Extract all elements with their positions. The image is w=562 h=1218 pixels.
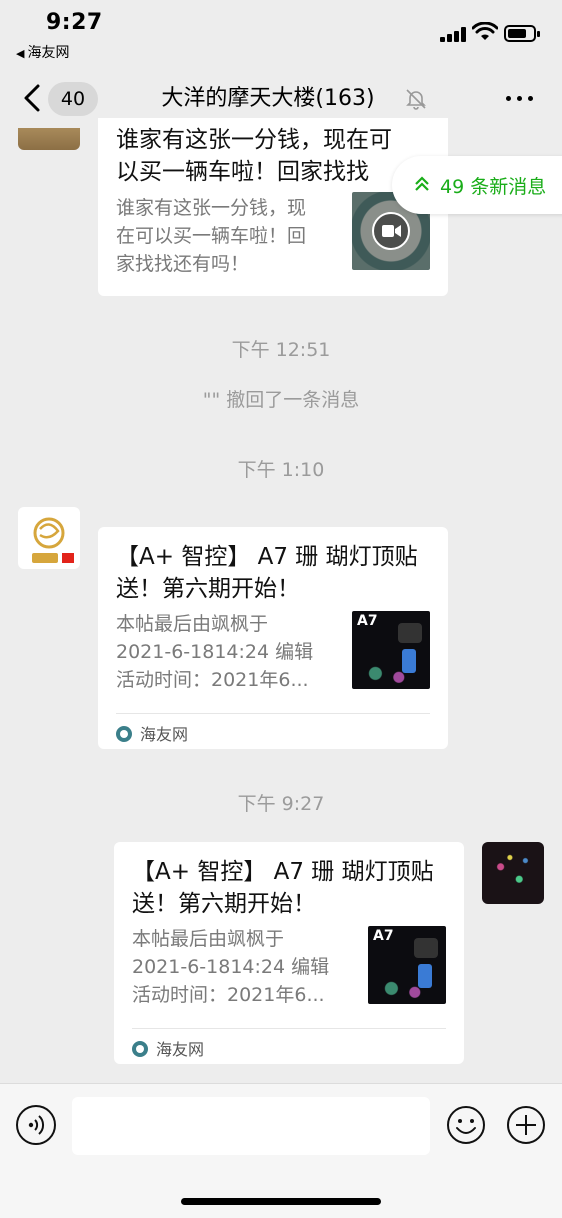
card-divider — [132, 1028, 446, 1029]
card-source: 海友网 — [132, 1036, 204, 1060]
cellular-signal-icon — [440, 26, 468, 42]
voice-icon — [28, 1115, 45, 1135]
home-indicator — [181, 1198, 381, 1205]
timestamp: 下午 1:10 — [237, 459, 325, 481]
card-desc-line: 本帖最后由飒枫于 — [116, 613, 269, 635]
thumbnail-label: A7 — [357, 613, 378, 629]
new-messages-label: 49 条新消息 — [440, 176, 547, 198]
source-logo-icon — [132, 1041, 148, 1057]
card-desc-line: 活动时间：2021年6... — [116, 669, 309, 691]
product-thumbnail: A7 — [368, 926, 446, 1004]
card-desc-line: 2021-6-1814:24 编辑 — [132, 956, 330, 978]
voice-input-button[interactable] — [16, 1105, 56, 1145]
link-card-message[interactable]: 【A+ 智控】 A7 珊 瑚灯顶贴 送！第六期开始！ 本帖最后由飒枫于 2021… — [114, 842, 464, 1064]
recall-notice: "" 撤回了一条消息 — [202, 389, 360, 411]
link-card-message[interactable]: 谁家有这张一分钱，现在可 以买一辆车啦！回家找找 谁家有这张一分钱，现 在可以买… — [98, 118, 448, 296]
chat-title: 大洋的摩天大楼(163) — [161, 86, 375, 111]
card-desc-line: 在可以买一辆车啦！回 — [116, 225, 307, 247]
wifi-icon — [472, 22, 498, 40]
card-title-line: 送！第六期开始！ — [132, 891, 316, 917]
thumbnail-label: A7 — [373, 928, 394, 944]
source-label: 海友网 — [140, 725, 189, 744]
timestamp: 下午 9:27 — [237, 793, 325, 815]
my-avatar[interactable] — [482, 842, 544, 904]
card-desc-line: 2021-6-1814:24 编辑 — [116, 641, 314, 663]
video-camera-icon — [372, 212, 410, 250]
double-chevron-up-icon — [415, 176, 429, 191]
mute-bell-icon — [406, 89, 426, 110]
card-divider — [116, 713, 430, 714]
avatar[interactable] — [18, 507, 80, 569]
card-desc-line: 活动时间：2021年6... — [132, 984, 325, 1006]
card-title-line: 【A+ 智控】 A7 珊 瑚灯顶贴 — [132, 859, 434, 885]
avatar[interactable] — [18, 128, 80, 150]
avatar-logo-icon — [32, 517, 74, 563]
timestamp: 下午 12:51 — [231, 339, 331, 361]
emoji-icon[interactable] — [446, 1105, 486, 1145]
card-source: 海友网 — [116, 721, 188, 745]
back-to-app-link[interactable]: ◀ 海友网 — [16, 42, 69, 62]
status-time: 9:27 — [46, 10, 103, 35]
card-title-line: 送！第六期开始！ — [116, 576, 300, 602]
battery-icon — [504, 25, 540, 42]
source-label: 海友网 — [156, 1040, 205, 1059]
card-title-line: 以买一辆车啦！回家找找 — [116, 159, 369, 185]
card-desc-line: 本帖最后由飒枫于 — [132, 928, 285, 950]
card-desc-line: 谁家有这张一分钱，现 — [116, 197, 307, 219]
back-triangle-icon: ◀ — [16, 47, 25, 60]
card-title-line: 谁家有这张一分钱，现在可 — [116, 127, 392, 153]
plus-icon[interactable] — [506, 1105, 546, 1145]
source-logo-icon — [116, 726, 132, 742]
card-title-line: 【A+ 智控】 A7 珊 瑚灯顶贴 — [116, 544, 418, 570]
back-app-label: 海友网 — [27, 45, 70, 61]
link-card-message[interactable]: 【A+ 智控】 A7 珊 瑚灯顶贴 送！第六期开始！ 本帖最后由飒枫于 2021… — [98, 527, 448, 749]
card-desc-line: 家找找还有吗！ — [116, 253, 250, 275]
more-options-icon[interactable] — [506, 96, 536, 104]
product-thumbnail: A7 — [352, 611, 430, 689]
message-input[interactable] — [72, 1097, 430, 1155]
